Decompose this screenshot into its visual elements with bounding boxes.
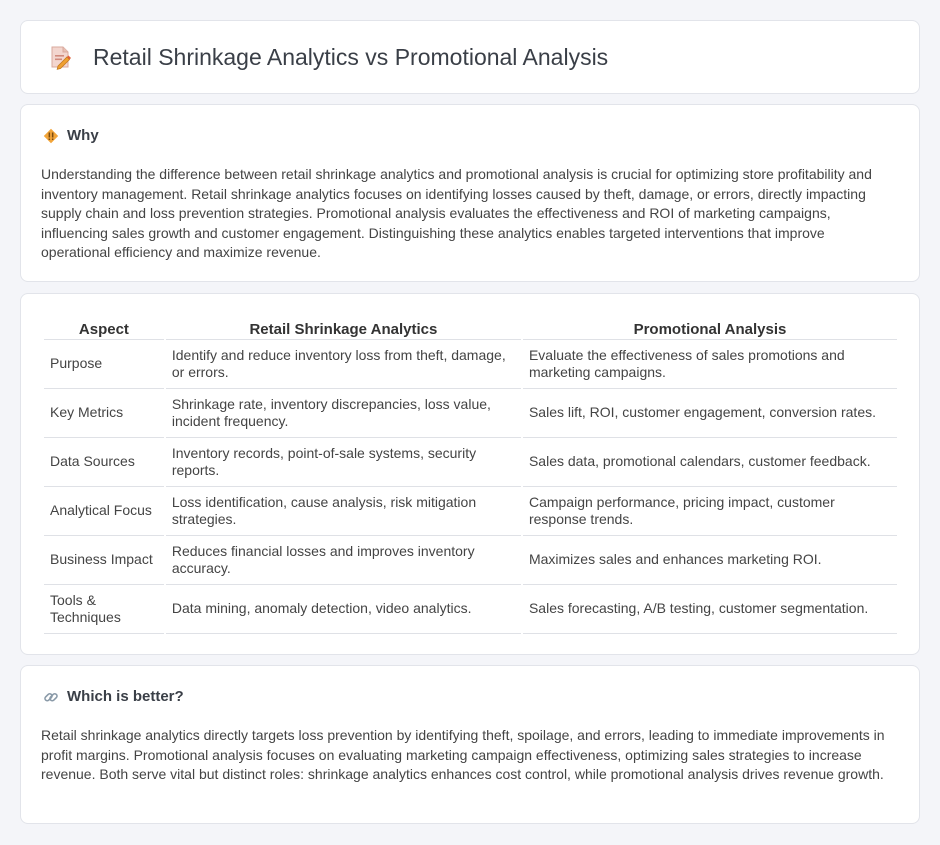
- cell-promotional: Sales data, promotional calendars, custo…: [522, 438, 897, 487]
- cell-promotional: Evaluate the effectiveness of sales prom…: [522, 340, 897, 389]
- cell-aspect: Analytical Focus: [44, 487, 164, 536]
- cell-promotional: Maximizes sales and enhances marketing R…: [522, 536, 897, 585]
- link-icon: [44, 692, 58, 702]
- header-promotional: Promotional Analysis: [522, 314, 897, 340]
- header-aspect: Aspect: [44, 314, 164, 340]
- table-header-row: Aspect Retail Shrinkage Analytics Promot…: [44, 314, 897, 340]
- document-pencil-icon: [51, 46, 71, 70]
- cell-aspect: Purpose: [44, 340, 164, 389]
- which-better-title: Which is better?: [67, 688, 184, 705]
- page-title: Retail Shrinkage Analytics vs Promotiona…: [93, 43, 609, 70]
- title-row: Retail Shrinkage Analytics vs Promotiona…: [21, 21, 919, 93]
- comparison-table: Aspect Retail Shrinkage Analytics Promot…: [42, 314, 899, 634]
- comparison-card: Aspect Retail Shrinkage Analytics Promot…: [20, 293, 920, 655]
- which-better-card: Which is better? Retail shrinkage analyt…: [20, 665, 920, 824]
- cell-promotional: Sales lift, ROI, customer engagement, co…: [522, 389, 897, 438]
- cell-shrinkage: Data mining, anomaly detection, video an…: [165, 585, 521, 634]
- cell-promotional: Sales forecasting, A/B testing, customer…: [522, 585, 897, 634]
- table-row: Purpose Identify and reduce inventory lo…: [44, 340, 897, 389]
- why-paragraph: Understanding the difference between ret…: [41, 166, 872, 261]
- cell-aspect: Data Sources: [44, 438, 164, 487]
- which-better-heading: Which is better?: [43, 688, 184, 705]
- table-row: Data Sources Inventory records, point-of…: [44, 438, 897, 487]
- table-row: Analytical Focus Loss identification, ca…: [44, 487, 897, 536]
- cell-aspect: Business Impact: [44, 536, 164, 585]
- table-row: Key Metrics Shrinkage rate, inventory di…: [44, 389, 897, 438]
- header-shrinkage: Retail Shrinkage Analytics: [165, 314, 521, 340]
- cell-shrinkage: Shrinkage rate, inventory discrepancies,…: [165, 389, 521, 438]
- cell-aspect: Key Metrics: [44, 389, 164, 438]
- cell-shrinkage: Identify and reduce inventory loss from …: [165, 340, 521, 389]
- table-row: Tools & Techniques Data mining, anomaly …: [44, 585, 897, 634]
- cell-shrinkage: Inventory records, point-of-sale systems…: [165, 438, 521, 487]
- why-title: Why: [67, 127, 99, 144]
- which-better-paragraph: Retail shrinkage analytics directly targ…: [41, 727, 885, 783]
- cell-promotional: Campaign performance, pricing impact, cu…: [522, 487, 897, 536]
- cell-shrinkage: Loss identification, cause analysis, ris…: [165, 487, 521, 536]
- why-card: Why Understanding the difference between…: [20, 104, 920, 282]
- title-card: Retail Shrinkage Analytics vs Promotiona…: [20, 20, 920, 94]
- why-heading: Why: [43, 127, 99, 144]
- cell-aspect: Tools & Techniques: [44, 585, 164, 634]
- cell-shrinkage: Reduces financial losses and improves in…: [165, 536, 521, 585]
- diamond-alert-icon: [43, 128, 59, 143]
- table-row: Business Impact Reduces financial losses…: [44, 536, 897, 585]
